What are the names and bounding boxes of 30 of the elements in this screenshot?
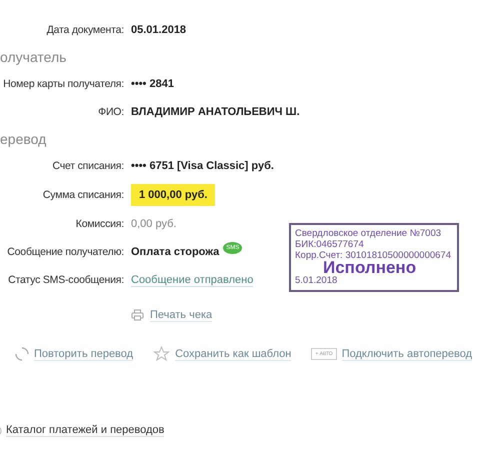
section-heading: еревод xyxy=(0,130,48,149)
field-value: ВЛАДИМИР АНАТОЛЬЕВИЧ Ш. xyxy=(131,106,300,118)
field-label: ФИО: xyxy=(97,106,124,118)
field-label: Счет списания: xyxy=(51,160,124,172)
stamp-line: Корр.Счет: 30101810500000000674 xyxy=(295,250,452,261)
field-value: •••• 6751 [Visa Classic] руб. xyxy=(131,160,274,172)
field-label: Дата документа: xyxy=(46,24,124,36)
print-receipt-link[interactable]: Печать чека xyxy=(150,308,212,322)
field-value: Оплата сторожа xyxy=(131,246,220,258)
action-link[interactable]: Сохранить как шаблон xyxy=(175,348,292,360)
status-link[interactable]: Сообщение отправлено xyxy=(131,274,254,286)
field-label: Комиссия: xyxy=(74,218,124,230)
field-value: 05.01.2018 xyxy=(131,24,186,36)
stamp-status: Исполнено xyxy=(323,261,416,275)
section-heading: олучатель xyxy=(0,48,68,67)
stamp-line: БИК:046577674 xyxy=(295,239,365,250)
field-label: Сообщение получателю: xyxy=(6,246,124,258)
field-value: •••• 2841 xyxy=(131,78,174,90)
printer-icon xyxy=(131,309,144,321)
amount-value: 1 000,00 руб. xyxy=(131,184,216,206)
catalog-link[interactable]: Каталог платежей и переводов xyxy=(6,424,164,437)
field-label: Сумма списания: xyxy=(42,189,124,201)
stamp-line: Свердловское отделение №7003 xyxy=(295,228,442,239)
refresh-icon xyxy=(15,346,29,362)
action-link[interactable]: Повторить перевод xyxy=(34,348,134,360)
action-link[interactable]: Подключить автоперевод xyxy=(342,348,472,360)
stamp-date: 5.01.2018 xyxy=(295,275,338,286)
field-label: Статус SMS-сообщения: xyxy=(7,274,124,286)
field-label: Номер карты получателя: xyxy=(2,78,124,90)
star-icon xyxy=(153,346,170,362)
